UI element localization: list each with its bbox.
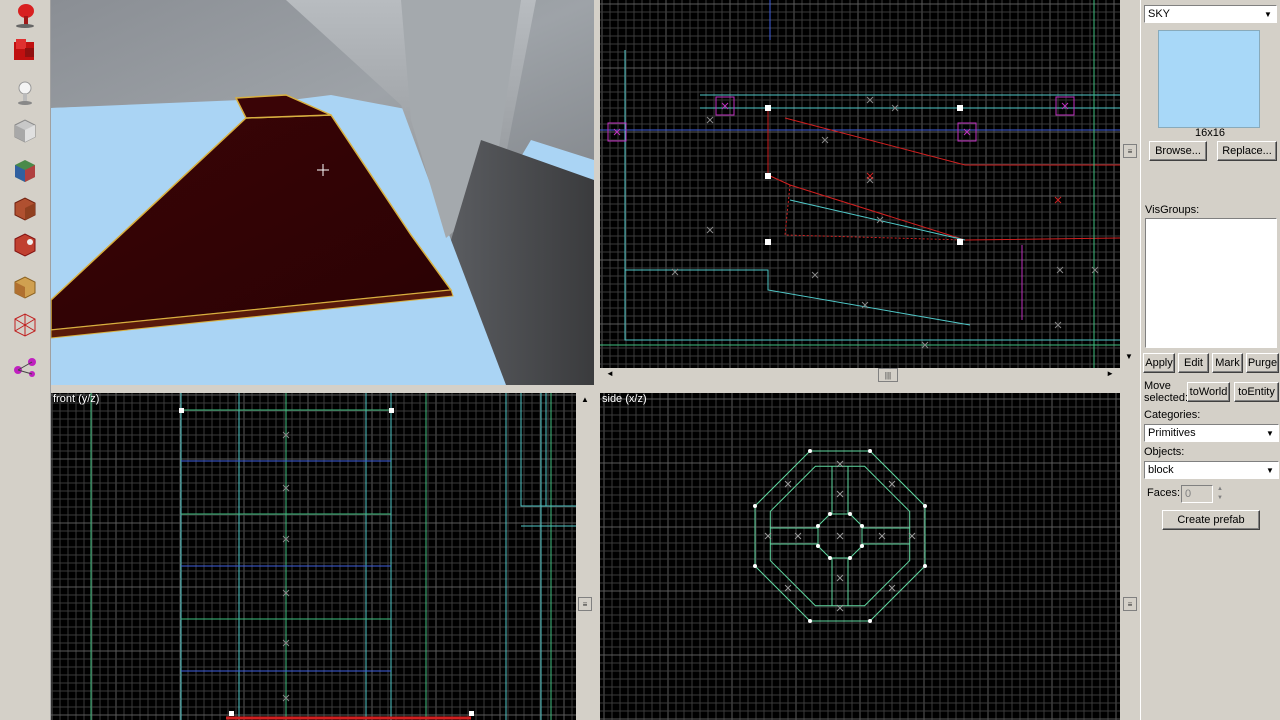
current-texture-dropdown[interactable]: SKY ▼ (1144, 5, 1277, 23)
scroll-thumb[interactable]: ≡ (1123, 144, 1137, 158)
to-world-button[interactable]: toWorld (1187, 382, 1230, 402)
objects-label: Objects: (1144, 446, 1185, 458)
replace-button[interactable]: Replace... (1217, 141, 1277, 161)
entity-icon[interactable] (7, 34, 43, 66)
front-2d-view[interactable]: front (y/z) (51, 393, 576, 720)
vertex-manipulation-icon[interactable] (7, 350, 43, 382)
camera-icon[interactable] (7, 76, 43, 108)
top-view-hscroll[interactable]: ◄ ||| ► (600, 368, 1120, 382)
side-2d-view[interactable]: side (x/z) (600, 393, 1120, 720)
clipping-icon[interactable] (7, 308, 43, 340)
scroll-right-arrow[interactable]: ► (1106, 369, 1114, 378)
visgroup-apply-button[interactable]: Apply (1143, 353, 1175, 373)
side-view-vscroll[interactable]: ≡ (1122, 393, 1138, 720)
chevron-down-icon: ▼ (1266, 428, 1274, 438)
objects-dropdown[interactable]: block ▼ (1144, 461, 1279, 479)
scroll-up-arrow[interactable]: ▲ (581, 395, 589, 404)
top-view-vscroll[interactable]: ≡ ▼ (1122, 0, 1138, 368)
move-selected-label: Move selected: (1144, 380, 1189, 404)
tools-toolbar (0, 0, 51, 720)
scroll-down-arrow[interactable]: ▼ (1125, 352, 1133, 361)
categories-label: Categories: (1144, 409, 1201, 421)
visgroups-label: VisGroups: (1145, 204, 1200, 216)
texture-application-icon[interactable] (7, 154, 43, 186)
faces-input[interactable]: 0 (1181, 485, 1213, 503)
object-properties-panel: SKY ▼ 16x16 Browse... Replace... VisGrou… (1140, 0, 1280, 720)
texture-size-label: 16x16 (1195, 127, 1225, 139)
decal-icon[interactable] (7, 228, 43, 260)
scroll-thumb[interactable]: ≡ (578, 597, 592, 611)
scroll-left-arrow[interactable]: ◄ (606, 369, 614, 378)
front-view-label: front (y/z) (53, 393, 100, 405)
block-icon[interactable] (7, 114, 43, 146)
selection-pointer-icon[interactable] (7, 0, 43, 32)
front-view-vscroll[interactable]: ▲ ≡ (578, 393, 592, 720)
visgroup-mark-button[interactable]: Mark (1212, 353, 1243, 373)
camera-3d-view[interactable] (51, 0, 594, 385)
faces-label: Faces: (1147, 487, 1181, 499)
current-texture-name: SKY (1148, 8, 1171, 20)
visgroup-edit-button[interactable]: Edit (1178, 353, 1209, 373)
scroll-thumb[interactable]: ≡ (1123, 597, 1137, 611)
categories-dropdown[interactable]: Primitives ▼ (1144, 424, 1279, 442)
chevron-down-icon: ▼ (1264, 9, 1272, 19)
create-prefab-button[interactable]: Create prefab (1162, 510, 1260, 530)
apply-current-texture-icon[interactable] (7, 192, 43, 224)
browse-button[interactable]: Browse... (1149, 141, 1207, 161)
scroll-thumb[interactable]: ||| (878, 368, 898, 382)
to-entity-button[interactable]: toEntity (1234, 382, 1279, 402)
faces-spinner[interactable]: ▲ ▼ (1214, 485, 1226, 503)
texture-preview (1158, 30, 1260, 128)
top-2d-view[interactable] (600, 0, 1120, 368)
visgroups-list[interactable] (1145, 218, 1277, 348)
visgroup-purge-button[interactable]: Purge (1246, 353, 1279, 373)
side-view-label: side (x/z) (602, 393, 647, 405)
overlay-icon[interactable] (7, 270, 43, 302)
chevron-down-icon: ▼ (1266, 465, 1274, 475)
